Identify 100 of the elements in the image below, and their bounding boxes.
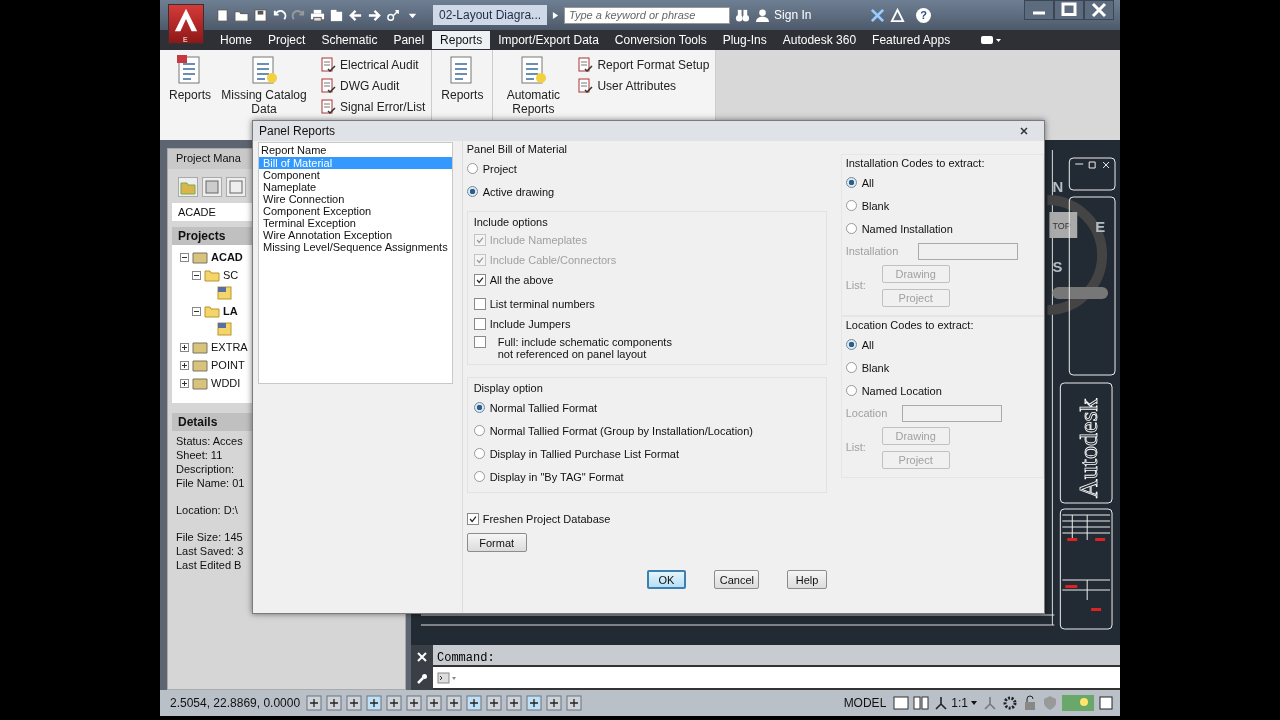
model-space-button[interactable]: MODEL [840,696,890,710]
radio-button[interactable] [473,402,485,413]
detail-text: Last Saved: 3 [176,544,245,558]
radio-label: Active drawing [482,185,555,198]
binoculars-icon[interactable] [735,7,751,23]
command-input[interactable] [433,667,1120,688]
ribbon-tab[interactable]: Reports [432,31,491,49]
ribbon-tab[interactable]: Schematic [313,31,386,49]
tree-item[interactable]: ACAD [211,251,243,263]
ribbon-tab[interactable]: Featured Apps [864,31,959,49]
tree-expander[interactable] [192,306,201,316]
radio-label: Blank [861,361,890,374]
ribbon-tab[interactable]: Panel [385,31,433,49]
checkbox-label: Include Cable/Connectors [489,254,617,266]
radio-button[interactable] [473,425,485,436]
ribbon-button[interactable]: Report Format Setup [577,57,710,73]
viewcube[interactable] [1047,195,1109,315]
help-button[interactable]: ? [916,7,932,23]
checkbox[interactable] [473,336,486,348]
maximize-icon[interactable] [1054,0,1084,20]
tree-expander[interactable] [192,270,201,280]
annotation-scale-button[interactable]: 1:1 [933,695,978,711]
printer-icon[interactable] [310,7,325,23]
save-icon[interactable] [253,7,268,23]
fullscreen-icon[interactable] [1098,695,1114,711]
list-item[interactable]: Nameplate [259,181,452,193]
tree-expander[interactable] [180,252,189,262]
layout-icon[interactable] [893,695,910,711]
forward-arrow-icon[interactable] [367,7,382,23]
ribbon-tab[interactable]: Plug-Ins [714,31,775,49]
ribbon-tab[interactable]: Home [212,31,260,49]
wrench-icon[interactable] [416,672,428,685]
x-logo-icon[interactable] [870,7,886,23]
ribbon-button[interactable]: Reports [438,54,487,140]
ribbon-button[interactable]: Signal Error/List [320,99,426,115]
gear-icon[interactable] [1002,695,1018,711]
group-title: Include options [473,215,549,230]
list-item[interactable]: Terminal Exception [259,217,452,229]
tree-item[interactable]: LA [223,305,238,317]
prompt-icon [437,671,457,684]
ribbon-button[interactable]: DWG Audit [320,78,426,94]
drawing-file-icon[interactable] [217,322,233,336]
ribbon-tab[interactable]: Autodesk 360 [774,31,865,49]
tree-expander[interactable] [180,360,189,370]
lock-icon[interactable] [1022,695,1038,711]
document-icon[interactable] [215,7,230,23]
sign-in-button[interactable]: Sign In [755,7,866,23]
minimize-icon[interactable] [1024,0,1054,20]
expand-arrow-icon[interactable] [552,10,560,20]
dialog-button[interactable]: Cancel [714,570,760,589]
viewports-icon[interactable] [913,695,930,711]
triangle-icon[interactable] [890,7,906,23]
radio-button[interactable] [466,186,478,197]
tree-item[interactable]: WDDI [211,377,241,389]
radio-label: Named Installation [861,222,953,235]
document-check-icon [320,57,336,73]
checkbox[interactable] [473,298,486,310]
tree-expander[interactable] [180,378,189,388]
share-icon[interactable] [386,7,401,23]
project-icon [192,358,208,372]
format-button[interactable]: Format [466,533,527,552]
close-icon[interactable] [1084,0,1114,20]
field-label: Location [845,407,889,419]
checkbox[interactable] [473,318,486,330]
ribbon-tab[interactable]: Conversion Tools [606,31,715,49]
detail-text: File Name: 01 [176,476,246,490]
project-icon [192,340,208,354]
list-item[interactable]: Component [259,169,452,181]
folder-icon[interactable] [329,7,344,23]
ribbon-button[interactable]: User Attributes [577,78,710,94]
ribbon-tab[interactable]: Import/Export Data [490,31,607,49]
dialog-button[interactable]: Help [787,570,827,589]
back-arrow-icon[interactable] [348,7,363,23]
radio-button[interactable] [466,163,478,174]
close-icon[interactable] [1018,125,1030,137]
tree-item[interactable]: EXTRA [211,341,248,353]
panel-toggle-icon[interactable] [980,34,1003,46]
plus-icon[interactable] [506,695,522,711]
radio-label: Project [482,162,517,175]
document-check-icon [320,78,336,94]
dialog-button[interactable]: OK [646,570,687,589]
detail-text: Sheet: 11 [176,448,224,462]
tree-item[interactable]: SC [223,269,239,281]
list-item[interactable]: Component Exception [259,205,452,217]
checkbox[interactable] [466,513,479,525]
ribbon-button[interactable]: Automatic Reports [499,54,568,140]
ribbon-button[interactable]: Reports [166,54,214,140]
tree-expander[interactable] [180,342,189,352]
folder-icon [204,304,220,318]
drawing-file-icon[interactable] [217,286,233,300]
radio-button[interactable] [473,471,485,482]
search-field[interactable]: Type a keyword or phrase [564,6,731,24]
undo-icon[interactable] [272,7,287,23]
list-item[interactable]: Wire Connection [259,193,452,205]
ribbon-button[interactable]: Electrical Audit [320,57,426,73]
ribbon-tab[interactable]: Project [260,31,314,49]
group-title: Installation Codes to extract: [845,156,986,171]
tree-item[interactable]: POINT [211,359,245,371]
checkbox[interactable] [473,274,486,286]
radio-button[interactable] [473,448,485,459]
